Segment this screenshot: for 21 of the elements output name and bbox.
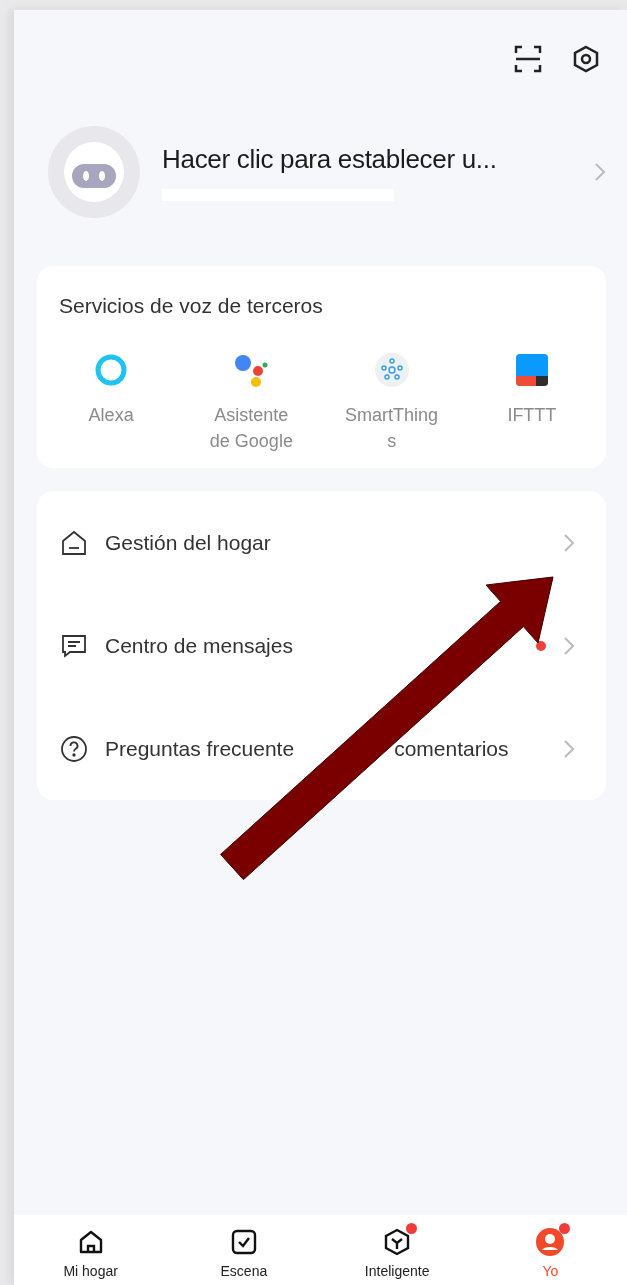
user-icon [535,1227,566,1257]
nav-tab[interactable]: Mi hogar [14,1215,168,1283]
help-icon [59,733,89,764]
menu-item[interactable]: Centro de mensajes [105,633,293,658]
card-title: Servicios de voz de terceros [58,294,324,318]
menu-item-tail[interactable]: comentarios [394,736,509,761]
chevron-icon [593,161,607,183]
nav-tab[interactable]: Escena [167,1215,321,1283]
chevron-icon [562,737,576,760]
menu-item[interactable]: Preguntas frecuente [105,736,295,761]
profile-name[interactable]: Hacer clic para establecer u... [162,143,571,175]
dots-icon [233,352,270,388]
tile-icon [513,352,550,388]
service-item[interactable]: SmartThing s [321,352,462,454]
chevron-icon [562,531,576,554]
service-item[interactable]: Asistente de Google [181,352,322,454]
chevron-icon [562,634,576,657]
network-icon [373,352,410,388]
menu-item[interactable]: Gestión del hogar [105,530,271,555]
nav-tab[interactable]: Yo [473,1215,627,1283]
nav-tab[interactable]: Inteligente [320,1215,474,1283]
